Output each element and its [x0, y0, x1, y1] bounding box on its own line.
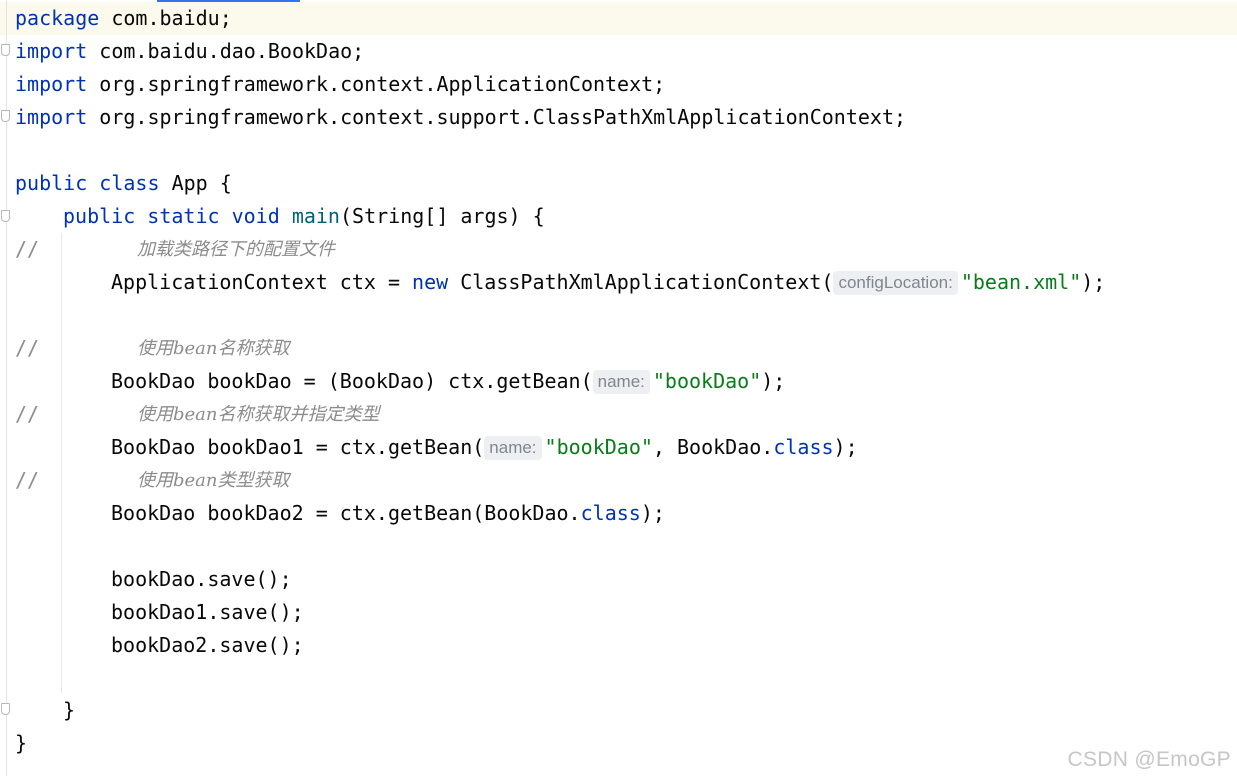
comment-marker: //	[15, 237, 40, 261]
code-line-bookdao[interactable]: BookDao bookDao = (BookDao) ctx.getBean(…	[111, 365, 785, 398]
code-line-close-class[interactable]: }	[15, 727, 27, 760]
keyword-static: static	[147, 204, 220, 228]
comment-by-type: 使用bean类型获取	[137, 470, 290, 491]
bookdao-decl: BookDao bookDao = (BookDao) ctx.getBean(	[111, 369, 593, 393]
package-name: com.baidu;	[111, 6, 232, 30]
fold-method-end-icon[interactable]	[1, 703, 10, 715]
code-line-bookdao1[interactable]: BookDao bookDao1 = ctx.getBean(name: "boo…	[111, 431, 858, 464]
close-paren: );	[640, 501, 665, 525]
keyword-package: package	[15, 6, 100, 30]
keyword-new: new	[412, 270, 449, 294]
keyword-import: import	[15, 39, 88, 63]
bookdao1-type-arg: , BookDao.	[652, 435, 774, 459]
code-line-import-2[interactable]: import org.springframework.context.Appli…	[15, 68, 665, 101]
fold-imports-end-icon[interactable]	[1, 110, 10, 122]
code-line-class-decl[interactable]: public class App {	[15, 167, 232, 200]
keyword-public: public	[63, 204, 136, 228]
code-line-save-2[interactable]: bookDao1.save();	[111, 596, 304, 629]
import-path: org.springframework.context.support.Clas…	[99, 105, 907, 129]
import-path: org.springframework.context.ApplicationC…	[99, 72, 666, 96]
ctx-decl: ApplicationContext ctx =	[111, 270, 413, 294]
bookdao2-decl: BookDao bookDao2 = ctx.getBean(BookDao.	[111, 501, 581, 525]
param-hint-name: name:	[484, 436, 542, 460]
main-params: (String[] args) {	[339, 204, 545, 228]
code-editor[interactable]: package com.baidu; import com.baidu.dao.…	[0, 0, 1237, 776]
code-line-import-3[interactable]: import org.springframework.context.suppo…	[15, 101, 906, 134]
comment-marker: //	[15, 336, 40, 360]
keyword-class: class	[580, 501, 641, 525]
code-line-main-decl[interactable]: public static void main(String[] args) {	[63, 200, 545, 233]
import-path: com.baidu.dao.BookDao;	[99, 39, 365, 63]
code-line-import-1[interactable]: import com.baidu.dao.BookDao;	[15, 35, 364, 68]
keyword-class: class	[99, 171, 160, 195]
close-paren: );	[761, 369, 786, 393]
keyword-void: void	[231, 204, 280, 228]
comment-marker: //	[15, 468, 40, 492]
comment-marker: //	[15, 402, 40, 426]
string-bookdao: "bookDao"	[544, 435, 653, 459]
comment-load-config: 加载类路径下的配置文件	[137, 239, 335, 260]
code-line-ctx[interactable]: ApplicationContext ctx = new ClassPathXm…	[111, 266, 1105, 299]
param-hint-name: name:	[592, 370, 650, 394]
keyword-class: class	[773, 435, 834, 459]
fold-imports-icon[interactable]	[1, 44, 10, 56]
string-bookdao: "bookDao"	[652, 369, 762, 393]
param-hint-config-location: configLocation:	[833, 271, 958, 295]
indent-guide	[61, 233, 62, 693]
class-decl: App {	[171, 171, 232, 195]
code-line-package[interactable]: package com.baidu;	[15, 2, 232, 35]
keyword-import: import	[15, 105, 88, 129]
code-line-bookdao2[interactable]: BookDao bookDao2 = ctx.getBean(BookDao.c…	[111, 497, 665, 530]
comment-by-name-type: 使用bean名称获取并指定类型	[137, 404, 380, 425]
keyword-import: import	[15, 72, 88, 96]
code-line-save-3[interactable]: bookDao2.save();	[111, 629, 304, 662]
bookdao1-decl: BookDao bookDao1 = ctx.getBean(	[111, 435, 485, 459]
keyword-public: public	[15, 171, 88, 195]
code-line-save-1[interactable]: bookDao.save();	[111, 563, 292, 596]
watermark: CSDN @EmoGP	[1067, 748, 1231, 771]
close-paren: );	[1081, 270, 1106, 294]
comment-by-name: 使用bean名称获取	[137, 338, 290, 359]
fold-method-icon[interactable]	[1, 210, 10, 222]
method-name-main: main	[291, 204, 340, 228]
close-paren: );	[833, 435, 858, 459]
string-bean-xml: "bean.xml"	[960, 270, 1082, 294]
ctx-constructor: ClassPathXmlApplicationContext(	[448, 270, 834, 294]
code-line-close-method[interactable]: }	[63, 694, 75, 727]
